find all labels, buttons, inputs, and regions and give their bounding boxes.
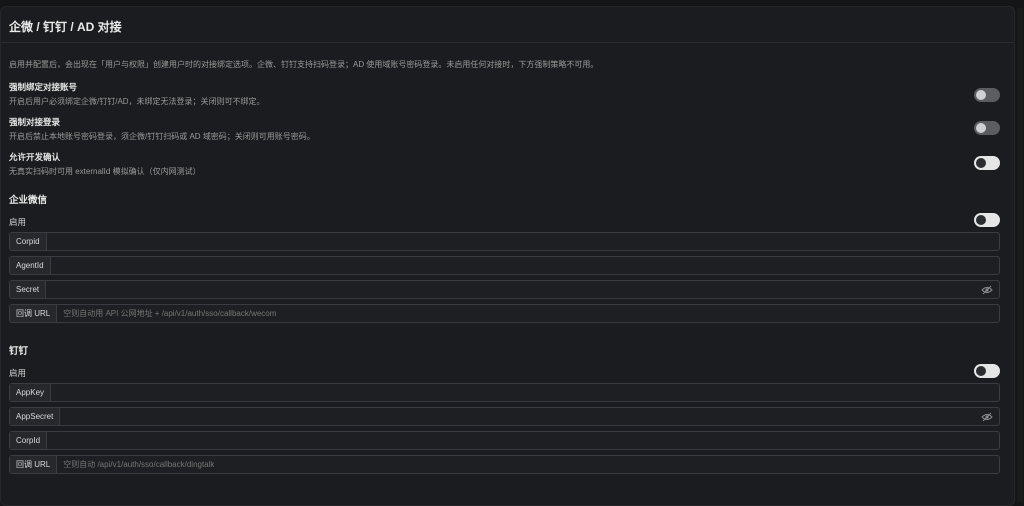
section-title: 钉钉 — [9, 346, 29, 357]
field-label: AppKey — [10, 384, 52, 401]
setting-force-sso: 强制对接登录 开启后禁止本地账号密码登录，须企微/钉钉扫码或 AD 域密码；关闭… — [9, 116, 1000, 144]
wecom-secret-input[interactable] — [46, 281, 999, 298]
field-label: AgentId — [10, 257, 51, 274]
setting-dev-confirm: 允许开发确认 无真实扫码时可用 externalId 模拟确认（仅内网测试） — [9, 151, 1000, 179]
setting-force-bind: 强制绑定对接账号 开启后用户必须绑定企微/钉钉/AD，未绑定无法登录；关闭则可不… — [9, 81, 1000, 109]
wecom-agentid-input[interactable] — [50, 257, 999, 274]
field-label: 回调 URL — [10, 456, 58, 473]
dingtalk-appkey-field: AppKey — [9, 383, 1000, 402]
dingtalk-appkey-input[interactable] — [51, 384, 999, 401]
field-label: AppSecret — [10, 408, 61, 425]
description-text: 启用并配置后，会出现在「用户与权限」创建用户时的对接绑定选项。企微、钉钉支持扫码… — [9, 60, 599, 69]
setting-subtitle: 开启后用户必须绑定企微/钉钉/AD，未绑定无法登录；关闭则可不绑定。 — [9, 97, 265, 106]
dingtalk-appsecret-input[interactable] — [60, 408, 999, 425]
dingtalk-corpid-input[interactable] — [47, 432, 999, 449]
toggle-knob — [976, 366, 986, 376]
wecom-corpid-field: Corpid — [9, 232, 1000, 251]
page-title: 企微 / 钉钉 / AD 对接 — [9, 20, 122, 34]
field-label: 回调 URL — [10, 305, 58, 322]
toggle-knob — [976, 90, 986, 100]
dingtalk-corpid-field: CorpId — [9, 431, 1000, 450]
wecom-callback-input[interactable] — [57, 305, 999, 322]
wecom-secret-field: Secret — [9, 280, 1000, 299]
section-title: 企业微信 — [9, 195, 48, 206]
wecom-enable-row: 启用 — [9, 212, 1000, 228]
toggle-knob — [976, 123, 986, 133]
dingtalk-section: 钉钉 启用 AppKey AppSecret CorpId 回调 URL 空则自… — [9, 343, 1000, 474]
setting-title: 强制绑定对接账号 — [9, 82, 78, 92]
dingtalk-enable-row: 启用 — [9, 363, 1000, 379]
dingtalk-callback-input[interactable] — [57, 456, 999, 473]
setting-title: 强制对接登录 — [9, 117, 61, 127]
card-body: 启用并配置后，会出现在「用户与权限」创建用户时的对接绑定选项。企微、钉钉支持扫码… — [1, 59, 1014, 474]
sso-settings-card: 企微 / 钉钉 / AD 对接 启用并配置后，会出现在「用户与权限」创建用户时的… — [0, 6, 1015, 506]
setting-subtitle: 无真实扫码时可用 externalId 模拟确认（仅内网测试） — [9, 167, 201, 176]
dingtalk-appsecret-field: AppSecret — [9, 407, 1000, 426]
toggle-knob — [976, 158, 986, 168]
dingtalk-callback-field: 回调 URL — [9, 455, 1000, 474]
setting-title: 允许开发确认 — [9, 152, 61, 162]
wecom-agentid-field: AgentId — [9, 256, 1000, 275]
field-label: Corpid — [10, 233, 47, 250]
enable-label: 启用 — [9, 217, 27, 227]
wecom-enable-toggle[interactable] — [974, 213, 1000, 227]
enable-label: 启用 — [9, 368, 27, 378]
wecom-callback-field: 回调 URL — [9, 304, 1000, 323]
dingtalk-enable-toggle[interactable] — [974, 364, 1000, 378]
dev-confirm-toggle[interactable] — [974, 156, 1000, 170]
wecom-section: 企业微信 启用 Corpid AgentId Secret 回调 URL 空则自… — [9, 192, 1000, 323]
setting-subtitle: 开启后禁止本地账号密码登录，须企微/钉钉扫码或 AD 域密码；关闭则可用账号密码… — [9, 132, 315, 141]
scrollbar[interactable] — [1017, 8, 1023, 502]
eye-off-icon[interactable] — [981, 285, 993, 295]
force-sso-toggle[interactable] — [974, 121, 1000, 135]
force-bind-toggle[interactable] — [974, 88, 1000, 102]
eye-off-icon[interactable] — [981, 412, 993, 422]
wecom-corpid-input[interactable] — [46, 233, 999, 250]
field-label: CorpId — [10, 432, 48, 449]
card-header: 企微 / 钉钉 / AD 对接 — [1, 7, 1014, 43]
toggle-knob — [976, 215, 986, 225]
field-label: Secret — [10, 281, 47, 298]
